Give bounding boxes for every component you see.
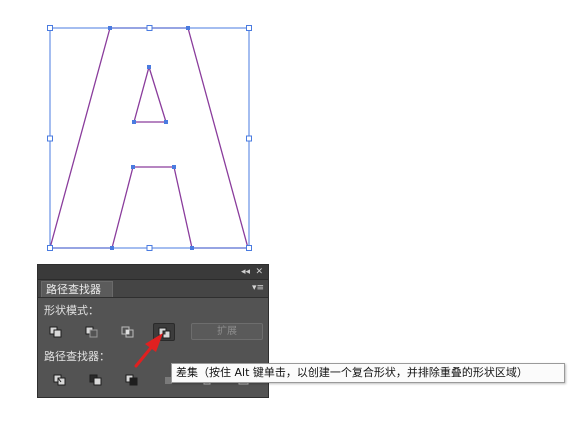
bounding-box-handles[interactable] xyxy=(47,25,252,251)
exclude-button[interactable] xyxy=(153,323,175,341)
handle-bottom-right xyxy=(246,245,252,251)
divide-icon xyxy=(53,374,66,386)
handle-top-right xyxy=(246,25,252,31)
handle-bottom-mid xyxy=(146,245,153,251)
panel-menu-icon[interactable]: ▾≡ xyxy=(252,282,264,294)
unite-icon xyxy=(49,326,62,338)
anchor-point xyxy=(164,120,168,124)
tab-pathfinder[interactable]: 路径查找器 xyxy=(41,281,113,297)
anchor-point xyxy=(132,120,136,124)
handle-top-mid xyxy=(146,25,153,31)
letter-a-outer-path xyxy=(49,27,249,249)
intersect-icon xyxy=(121,326,134,338)
shape-modes-label: 形状模式： xyxy=(44,304,99,317)
anchor-point xyxy=(190,246,194,250)
intersect-button[interactable] xyxy=(118,324,138,340)
pathfinders-label: 路径查找器： xyxy=(44,350,110,363)
panel-tab-strip: 路径查找器 ▾≡ xyxy=(38,280,268,298)
handle-bottom-left xyxy=(47,245,53,251)
anchor-point xyxy=(110,246,114,250)
unite-button[interactable] xyxy=(46,324,66,340)
anchor-point xyxy=(147,65,151,69)
anchor-points[interactable] xyxy=(108,26,194,250)
anchor-point xyxy=(131,165,135,169)
divide-button[interactable] xyxy=(50,372,70,388)
minus-front-icon xyxy=(85,326,98,338)
anchor-point xyxy=(108,26,112,30)
letter-a-counter-path xyxy=(133,64,167,123)
handle-mid-left xyxy=(47,135,53,142)
handle-mid-right xyxy=(246,135,252,142)
merge-button[interactable] xyxy=(122,372,142,388)
collapse-panel-icon[interactable]: ◂◂ xyxy=(241,266,250,278)
trim-button[interactable] xyxy=(86,372,106,388)
anchor-point xyxy=(186,26,190,30)
anchor-point xyxy=(172,165,176,169)
exclude-tooltip: 差集（按住 Alt 键单击，以创建一个复合形状，并排除重叠的形状区域） xyxy=(171,363,565,383)
letter-a-outline[interactable] xyxy=(49,27,249,249)
minus-front-button[interactable] xyxy=(82,324,102,340)
handle-top-left xyxy=(47,25,53,31)
merge-icon xyxy=(125,374,138,386)
exclude-icon xyxy=(158,327,171,339)
close-panel-icon[interactable]: ✕ xyxy=(255,266,263,278)
panel-title-bar[interactable]: ◂◂ ✕ xyxy=(38,265,268,280)
expand-button[interactable]: 扩展 xyxy=(191,323,263,340)
trim-icon xyxy=(89,374,102,386)
